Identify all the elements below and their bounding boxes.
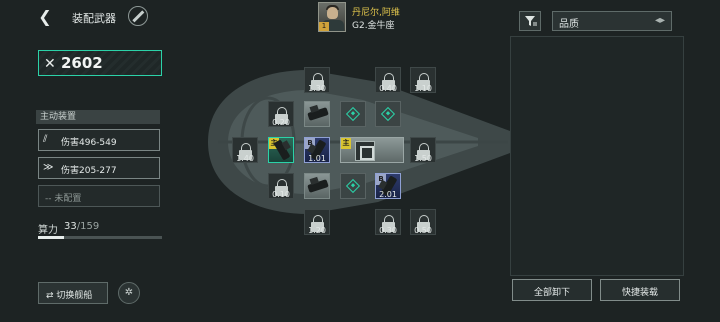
main-tag: 主 (341, 138, 351, 149)
filter-button[interactable] (519, 11, 541, 31)
active-device-2-label: 伤害205-277 (61, 166, 117, 176)
slot-value: 1.40 (236, 154, 254, 163)
slot-value: 1.20 (308, 226, 326, 235)
active-device-1-label: 伤害496-549 (61, 138, 117, 148)
switch-ship-button[interactable]: ⇄ 切换舰船 (38, 282, 108, 304)
active-device-3-label: -- 未配置 (45, 194, 82, 204)
slot-value: 0.40 (379, 84, 397, 93)
quality-sort-select[interactable]: 品质 ◂▸ (552, 11, 672, 31)
slot-value: 1.01 (308, 154, 326, 163)
cannon-icon (307, 107, 329, 121)
pilot-avatar[interactable]: 1 (318, 2, 346, 32)
missile-icon: ⫽ (43, 134, 48, 145)
swap-icon: ⇄ (46, 291, 57, 301)
lock-icon (275, 179, 288, 196)
lock-icon (417, 73, 430, 90)
active-devices-header: 主动装置 (36, 110, 160, 124)
combat-power-value: 2602 (61, 54, 103, 72)
pilot-rank: G2.金牛座 (352, 21, 395, 31)
sort-order-icon[interactable]: ◂▸ (655, 15, 665, 26)
lock-icon (382, 73, 395, 90)
quality-label: 品质 (559, 19, 579, 30)
slot-value: 2.01 (379, 190, 397, 199)
compute-label: 算力 (38, 225, 58, 236)
lock-icon (275, 107, 288, 124)
beam-icon: ≫ (43, 162, 54, 173)
combat-power-box: ✕ 2602 (38, 50, 162, 76)
pilot-level: 1 (319, 22, 329, 31)
turret-icon (273, 139, 291, 161)
lock-icon (417, 143, 430, 160)
socket-icon (345, 106, 361, 122)
compute-bar-fill (38, 236, 64, 239)
ship-info-button[interactable]: ✲ (118, 282, 140, 304)
weapon-slot[interactable] (304, 101, 330, 127)
slot-value: 1.50 (414, 154, 432, 163)
filter-icon (525, 16, 537, 26)
cannon-icon (307, 179, 329, 193)
slot-value: 1.30 (308, 84, 326, 93)
active-device-1[interactable]: ⫽ 伤害496-549 (38, 129, 160, 151)
pilot-name: 丹尼尔,阿维 (352, 8, 400, 18)
compute-value: 33/159 (64, 221, 100, 232)
weapon-slot[interactable] (304, 173, 330, 199)
slot-value: 0.10 (272, 190, 290, 199)
slot-value: 1.10 (414, 84, 432, 93)
crossed-swords-icon: ✕ (44, 56, 56, 72)
item-list-panel[interactable] (510, 36, 684, 276)
lock-icon (311, 215, 324, 232)
ship-emblem-icon: ✲ (124, 287, 134, 298)
lock-icon (239, 143, 252, 160)
slot-value: 0.20 (272, 118, 290, 127)
edit-icon[interactable] (123, 1, 153, 31)
empty-slot[interactable] (340, 173, 366, 199)
main-device-slot[interactable]: 主 (340, 137, 404, 163)
lock-icon (311, 73, 324, 90)
lock-icon (382, 215, 395, 232)
main-weapon-slot[interactable]: 主 (268, 137, 294, 163)
socket-icon (345, 178, 361, 194)
unload-all-button[interactable]: 全部卸下 (512, 279, 592, 301)
slot-value: 0.30 (379, 226, 397, 235)
active-device-3[interactable]: -- 未配置 (38, 185, 160, 207)
quick-equip-button[interactable]: 快捷装载 (600, 279, 680, 301)
page-title: 装配武器 (72, 12, 116, 25)
socket-icon (380, 106, 396, 122)
active-device-2[interactable]: ≫ 伤害205-277 (38, 157, 160, 179)
empty-slot[interactable] (340, 101, 366, 127)
back-button[interactable]: ❮ (36, 8, 54, 26)
device-module-icon (355, 141, 375, 161)
slot-value: 0.50 (414, 226, 432, 235)
lock-icon (417, 215, 430, 232)
empty-slot[interactable] (375, 101, 401, 127)
